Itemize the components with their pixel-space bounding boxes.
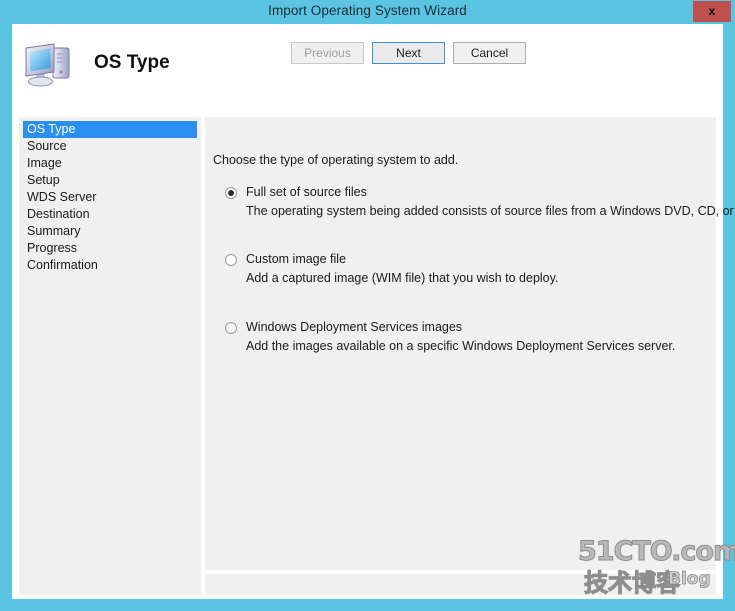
page-title: OS Type [94,52,170,73]
sidebar-item-confirmation[interactable]: Confirmation [23,257,197,274]
option-description: Add a captured image (WIM file) that you… [246,271,559,285]
content-pane: Choose the type of operating system to a… [205,117,735,570]
sidebar-item-image[interactable]: Image [23,155,197,172]
wizard-window: Import Operating System Wizard x OS Type… [0,0,735,611]
option-label[interactable]: Full set of source files [246,185,367,199]
window-title: Import Operating System Wizard [268,3,467,18]
next-button[interactable]: Next [372,42,445,64]
sidebar-item-setup[interactable]: Setup [23,172,197,189]
wizard-steps-sidebar: OS Type Source Image Setup WDS Server De… [19,117,201,595]
radio-custom-image-file[interactable] [225,254,237,266]
client-area: OS Type OS Type Source Image Setup WDS S… [12,24,735,599]
option-label[interactable]: Windows Deployment Services images [246,320,462,334]
previous-button[interactable]: Previous [291,42,364,64]
title-bar: Import Operating System Wizard x [0,0,735,24]
option-wds-images: Windows Deployment Services images Add t… [213,320,708,353]
option-custom-image-file: Custom image file Add a captured image (… [213,252,708,285]
sidebar-item-summary[interactable]: Summary [23,223,197,240]
option-description: Add the images available on a specific W… [246,339,676,353]
close-icon[interactable]: x [693,1,731,22]
option-label[interactable]: Custom image file [246,252,346,266]
sidebar-item-wds-server[interactable]: WDS Server [23,189,197,206]
cancel-button[interactable]: Cancel [453,42,526,64]
instruction-text: Choose the type of operating system to a… [213,153,459,167]
option-full-source-files: Full set of source files The operating s… [213,185,735,218]
sidebar-item-os-type[interactable]: OS Type [23,121,197,138]
option-description: The operating system being added consist… [246,204,735,218]
sidebar-item-destination[interactable]: Destination [23,206,197,223]
wizard-footer [205,574,716,595]
sidebar-item-source[interactable]: Source [23,138,197,155]
wizard-header: OS Type [12,24,723,113]
radio-full-source-files[interactable] [225,187,237,199]
computer-icon [22,38,78,90]
sidebar-item-progress[interactable]: Progress [23,240,197,257]
radio-wds-images[interactable] [225,322,237,334]
